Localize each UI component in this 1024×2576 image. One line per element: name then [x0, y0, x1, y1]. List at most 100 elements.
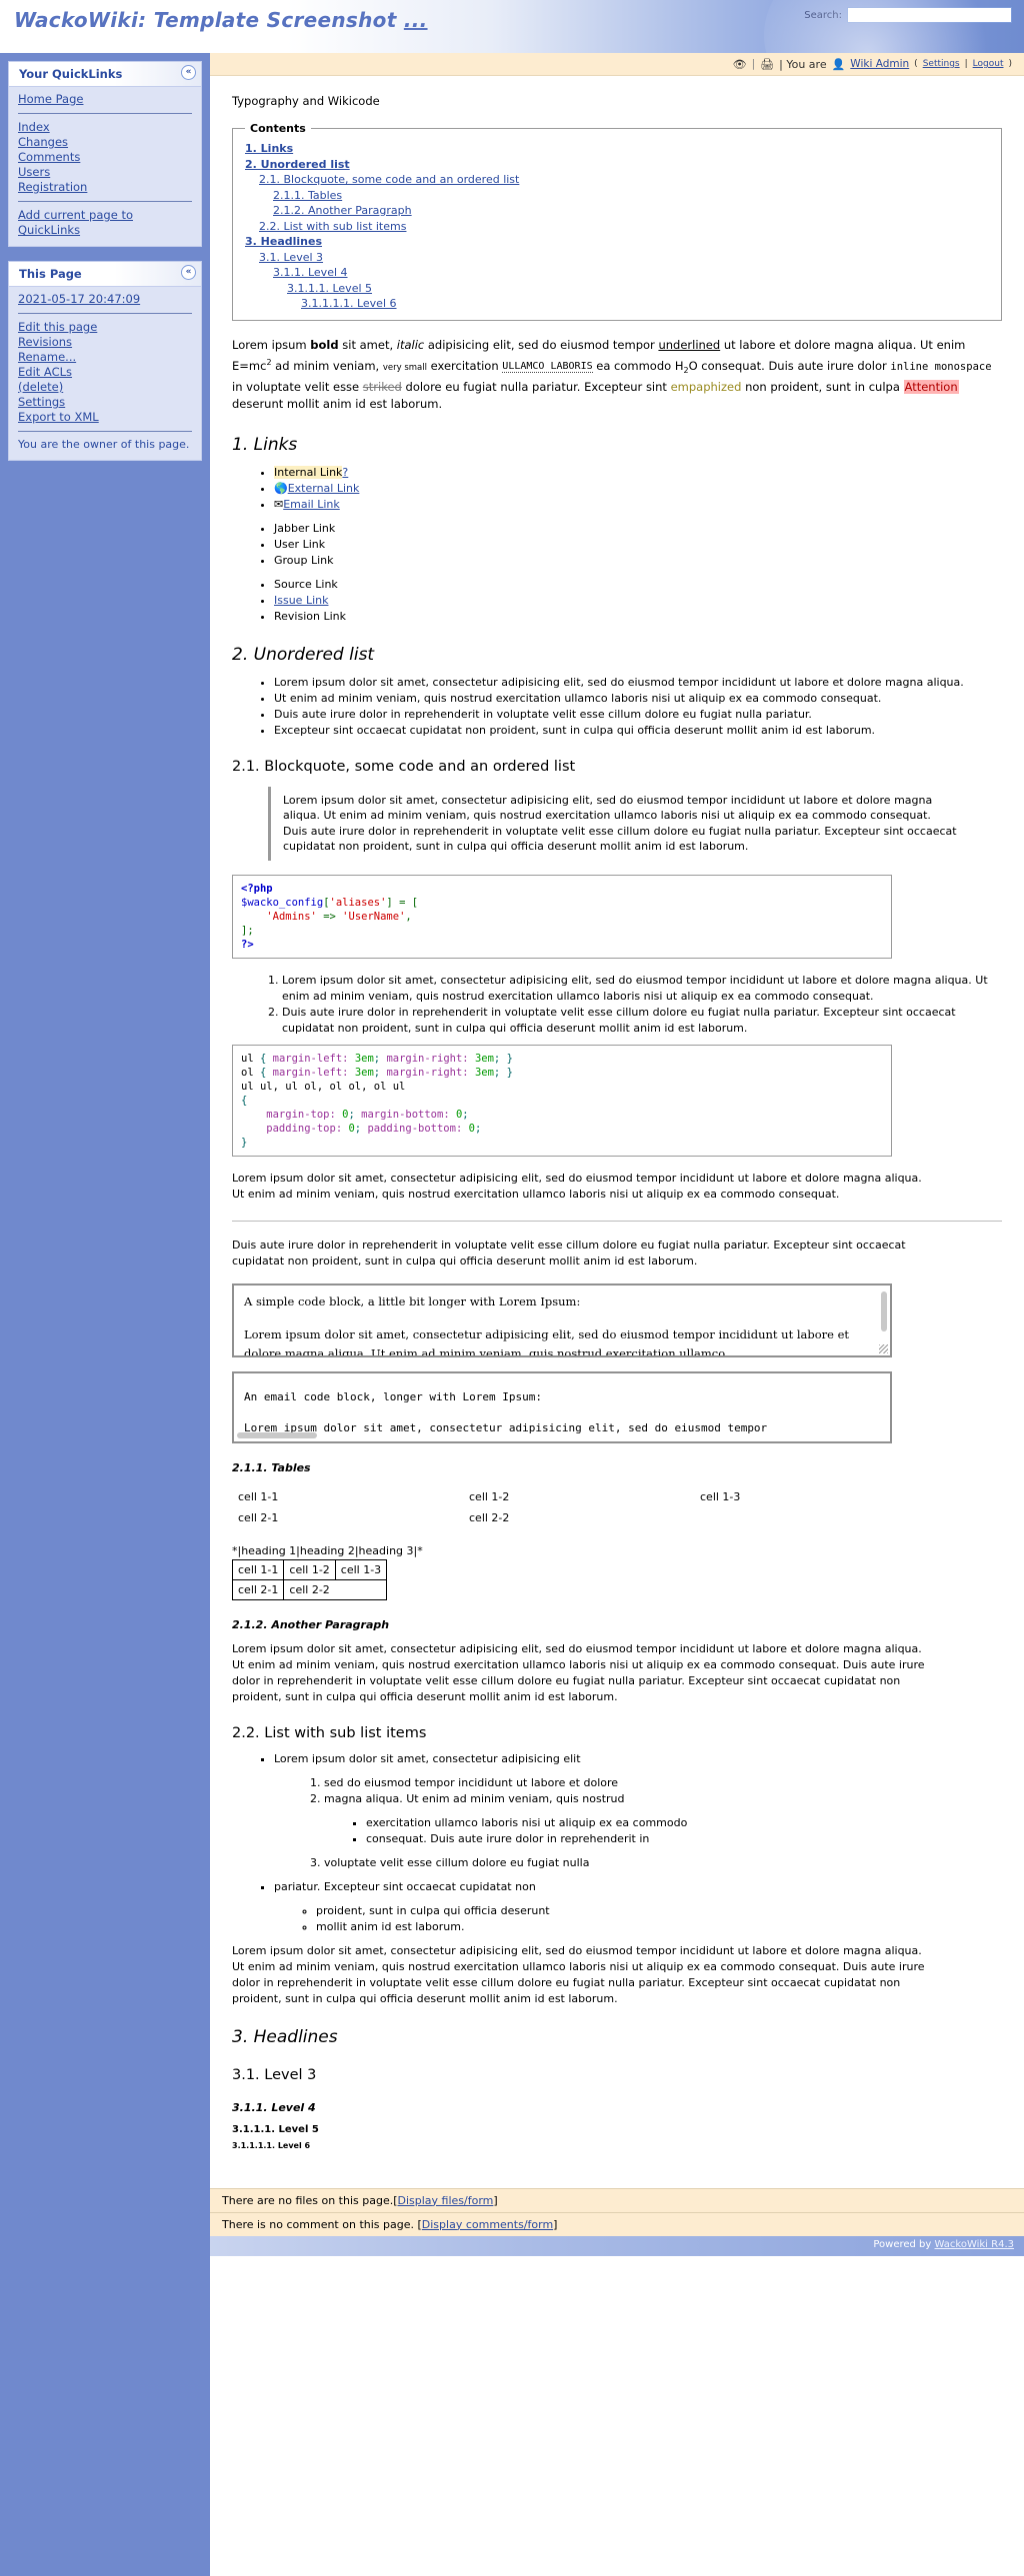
code-token: padding-top:	[241, 1122, 349, 1135]
page-body: Your QuickLinks « Home Page Index Change…	[0, 53, 1024, 2576]
sidebar-link-edit-acls[interactable]: Edit ACLs	[18, 365, 192, 380]
list-item: Revision Link	[274, 609, 1002, 625]
external-link[interactable]: External Link	[288, 482, 360, 495]
sidebar-link-index[interactable]: Index	[18, 120, 192, 135]
main-content: Typography and Wikicode Contents 1. Link…	[210, 76, 1024, 2188]
toc-item[interactable]: 2.2. List with sub list items	[259, 219, 991, 235]
sidebar-link-registration[interactable]: Registration	[18, 180, 192, 195]
search-input[interactable]	[847, 7, 1012, 23]
code-token: margin-left:	[266, 1066, 355, 1079]
paren-close: )	[1008, 59, 1012, 69]
display-comments-form-link[interactable]: Display comments/form	[422, 2218, 553, 2231]
code-token: ;	[354, 1122, 368, 1135]
thispage-body: 2021-05-17 20:47:09 Edit this page Revis…	[9, 287, 201, 460]
code-token: $wacko_config	[241, 896, 324, 909]
collapse-icon[interactable]: «	[181, 65, 196, 80]
user-name-link[interactable]: Wiki Admin	[850, 58, 909, 70]
logout-link[interactable]: Logout	[973, 59, 1004, 69]
sidebar-link-edit-this-page[interactable]: Edit this page	[18, 320, 192, 335]
code-token: ];	[241, 924, 254, 937]
vertical-scrollbar[interactable]	[881, 1290, 887, 1331]
toc-item[interactable]: 2.1.1. Tables	[273, 188, 991, 204]
toc-item[interactable]: 3.1.1.1.1. Level 6	[301, 296, 991, 312]
watch-icon[interactable]: 👁	[733, 58, 747, 71]
sidebar-link-home-page[interactable]: Home Page	[18, 92, 192, 107]
table-row: cell 2-1 cell 2-2	[232, 1507, 932, 1528]
sidebar-link-timestamp[interactable]: 2021-05-17 20:47:09	[18, 292, 192, 307]
heading-tables: 2.1.1. Tables	[232, 1460, 311, 1474]
toc-item[interactable]: 3.1. Level 3	[259, 250, 991, 266]
sidebar-link-comments[interactable]: Comments	[18, 150, 192, 165]
table-row: cell 2-1 cell 2-2	[231, 1578, 388, 1600]
horizontal-scrollbar[interactable]	[237, 1431, 317, 1438]
printer-icon[interactable]: 🖨	[760, 58, 774, 71]
list-item: Issue Link	[274, 593, 1002, 609]
site-title: WackoWiki: Template Screenshot ...	[14, 8, 428, 32]
text-plain: dolore eu fugiat nulla pariatur. Excepte…	[401, 379, 671, 394]
resize-handle-icon[interactable]	[879, 1343, 888, 1353]
list-item: Jabber Link	[274, 521, 1002, 537]
toc-item[interactable]: 2.1. Blockquote, some code and an ordere…	[259, 172, 991, 188]
toc-item[interactable]: 3.1.1.1. Level 5	[287, 281, 991, 297]
paren-open: (	[914, 59, 918, 69]
collapse-icon[interactable]: «	[181, 265, 196, 280]
text-plain: non proident, sunt in culpa	[741, 379, 904, 394]
quicklinks-title: Your QuickLinks	[19, 67, 123, 81]
powered-by-bar: Powered by WackoWiki R4.3	[210, 2235, 1024, 2256]
horizontal-rule	[232, 1220, 1002, 1222]
thispage-header: This Page «	[9, 262, 201, 287]
sublist-level-3: exercitation ullamco laboris nisi ut ali…	[324, 1815, 1002, 1847]
toc-item[interactable]: 2. Unordered list	[245, 157, 991, 173]
code-token: ?>	[241, 938, 254, 951]
sidebar-link-export-xml[interactable]: Export to XML	[18, 410, 192, 425]
heading-level-4: 3.1.1. Level 4	[232, 2100, 316, 2114]
list-item: Lorem ipsum dolor sit amet, consectetur …	[274, 675, 1002, 691]
files-footer: There are no files on this page.[Display…	[210, 2187, 1024, 2212]
title-ellipsis-link[interactable]: ...	[404, 8, 428, 32]
table-cell: cell 2-2	[469, 1510, 510, 1524]
divider	[18, 201, 192, 202]
links-group-3: Source Link Issue Link Revision Link	[232, 577, 1002, 625]
toc-item[interactable]: 3. Headlines	[245, 234, 991, 250]
code-token: ;	[493, 1052, 507, 1065]
toc-item[interactable]: 3.1.1. Level 4	[273, 265, 991, 281]
code-token: ;	[373, 1052, 387, 1065]
text-plain: sit amet,	[338, 337, 397, 352]
issue-link[interactable]: Issue Link	[274, 594, 328, 607]
email-link[interactable]: Email Link	[283, 498, 340, 511]
sidebar: Your QuickLinks « Home Page Index Change…	[0, 53, 210, 2576]
wackowiki-link[interactable]: WackoWiki R4.3	[935, 2239, 1014, 2250]
list-item: proident, sunt in culpa qui officia dese…	[316, 1903, 1002, 1919]
typography-paragraph: Lorem ipsum bold sit amet, italic adipis…	[232, 337, 1002, 413]
sidebar-link-rename[interactable]: Rename...	[18, 350, 192, 365]
paragraph-after-rule: Duis aute irure dolor in reprehenderit i…	[232, 1238, 906, 1268]
list-item-label: magna aliqua. Ut enim ad minim veniam, q…	[324, 1791, 625, 1805]
toc-item[interactable]: 1. Links	[245, 141, 991, 157]
email-code-block[interactable]: An email code block, longer with Lorem I…	[232, 1370, 892, 1443]
text-dotted-underline: ULLAMCO LABORIS	[502, 361, 593, 374]
sidebar-link-users[interactable]: Users	[18, 165, 192, 180]
sidebar-link-revisions[interactable]: Revisions	[18, 335, 192, 350]
table-of-contents: Contents 1. Links 2. Unordered list 2.1.…	[232, 122, 1002, 321]
bracket: ]	[553, 2217, 558, 2231]
files-text: There are no files on this page.	[222, 2193, 394, 2207]
create-page-icon[interactable]: ?	[342, 466, 348, 479]
text-italic: italic	[396, 337, 425, 352]
code-line: Lorem ipsum dolor sit amet, consectetur …	[244, 1326, 850, 1357]
heading-level-3: 3.1. Level 3	[232, 2066, 317, 2083]
code-token: ;	[474, 1122, 482, 1135]
sidebar-link-changes[interactable]: Changes	[18, 135, 192, 150]
text-plain: exercitation	[427, 358, 503, 373]
display-files-form-link[interactable]: Display files/form	[398, 2194, 494, 2207]
code-token: margin-left:	[266, 1052, 355, 1065]
divider	[18, 313, 192, 314]
sidebar-link-delete[interactable]: (delete)	[18, 380, 192, 395]
settings-link[interactable]: Settings	[923, 59, 960, 69]
quicklinks-body: Home Page Index Changes Comments Users R…	[9, 87, 201, 246]
internal-link[interactable]: Internal Link	[274, 465, 343, 479]
code-block-content: An email code block, longer with Lorem I…	[234, 1373, 890, 1441]
toc-item[interactable]: 2.1.2. Another Paragraph	[273, 203, 991, 219]
simple-code-block[interactable]: A simple code block, a little bit longer…	[232, 1283, 892, 1357]
sidebar-link-add-current-page[interactable]: Add current page to QuickLinks	[18, 208, 192, 238]
sidebar-link-settings[interactable]: Settings	[18, 395, 192, 410]
